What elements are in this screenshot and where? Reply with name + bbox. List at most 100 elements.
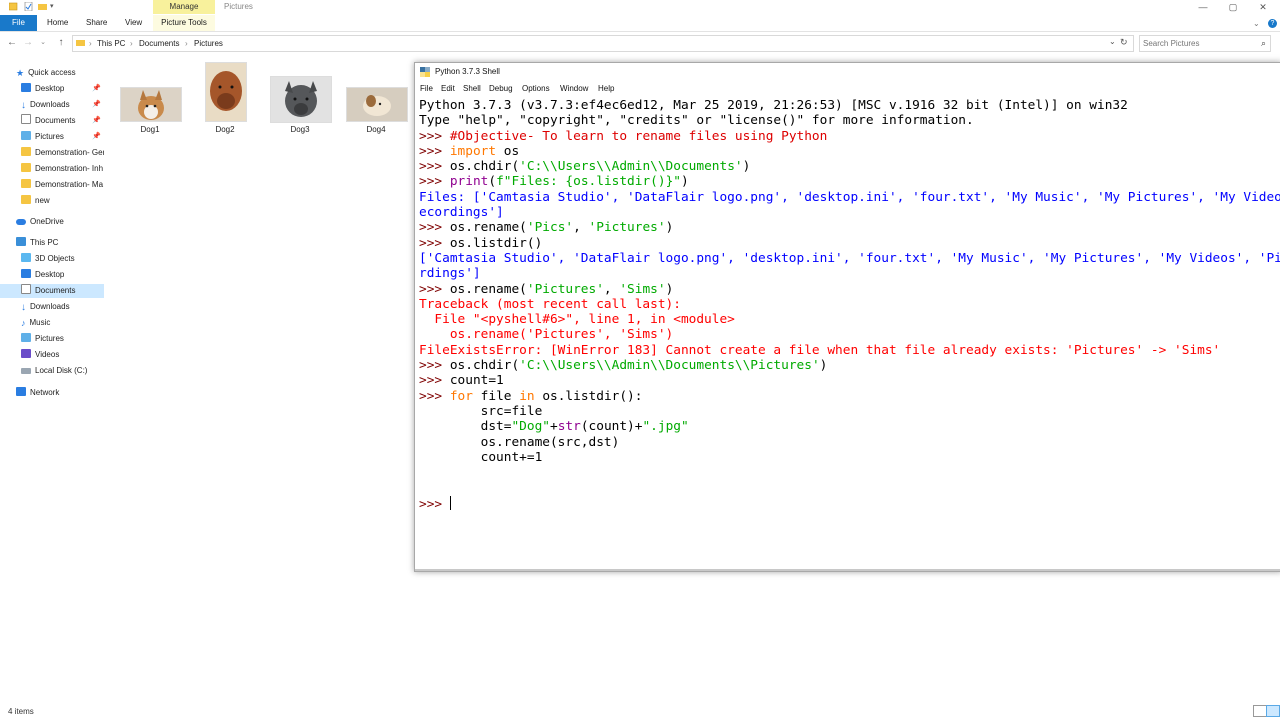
sidebar-item-documents-pc[interactable]: Documents	[0, 284, 104, 298]
breadcrumb-documents[interactable]: Documents	[139, 39, 179, 48]
sidebar-item-pictures-pc[interactable]: Pictures	[21, 332, 104, 346]
home-tab[interactable]: Home	[47, 15, 68, 31]
sidebar-item-downloads-pc[interactable]: ↓ Downloads	[21, 300, 104, 314]
console-token: os.chdir(	[449, 358, 520, 374]
pin-icon: 📌	[92, 117, 101, 124]
picture-tools-tab[interactable]: Picture Tools	[153, 15, 215, 31]
sidebar-item-quick-access[interactable]: ★ Quick access	[16, 66, 120, 80]
back-arrow-icon[interactable]: ←	[5, 36, 19, 50]
pin-icon: 📌	[92, 101, 101, 108]
menu-window[interactable]: Window	[560, 84, 588, 93]
menu-shell[interactable]: Shell	[463, 84, 481, 93]
documents-icon	[21, 284, 31, 294]
maximize-button[interactable]: ▢	[1218, 0, 1248, 14]
share-tab[interactable]: Share	[86, 15, 107, 31]
sidebar-item-desktop[interactable]: Desktop 📌	[21, 82, 104, 96]
sidebar-item-local-disk[interactable]: Local Disk (C:)	[21, 364, 104, 378]
console-token: >>>	[419, 143, 450, 159]
desktop-icon	[21, 269, 31, 278]
cube-icon	[21, 253, 31, 262]
breadcrumb-this-pc[interactable]: This PC	[97, 39, 125, 48]
console-line: >>> os.rename('Pictures', 'Sims')	[419, 282, 1280, 297]
shell-console-output[interactable]: Python 3.7.3 (v3.7.3:ef4ec6ed12, Mar 25 …	[419, 98, 1280, 512]
sidebar-item-network[interactable]: Network	[16, 386, 120, 400]
console-line: Files: ['Camtasia Studio', 'DataFlair lo…	[419, 190, 1280, 205]
address-dropdown-icon[interactable]: ⌄	[1109, 37, 1116, 46]
sidebar-item-videos[interactable]: Videos	[21, 348, 104, 362]
ribbon-expand-icon[interactable]: ⌄	[1253, 16, 1260, 32]
sidebar-item-music[interactable]: ♪ Music	[21, 316, 104, 330]
sidebar-item-3d-objects[interactable]: 3D Objects	[21, 252, 104, 266]
python-shell-window[interactable]: Python 3.7.3 Shell File Edit Shell Debug…	[414, 62, 1280, 572]
quick-access-toolbar-icon[interactable]	[8, 2, 18, 11]
properties-icon[interactable]	[24, 1, 33, 12]
search-input[interactable]	[1140, 37, 1253, 50]
console-token: )	[742, 159, 751, 175]
console-token: os.rename(	[449, 220, 527, 236]
details-view-icon[interactable]	[1253, 705, 1267, 717]
console-token: count=1	[449, 373, 504, 389]
search-icon[interactable]: ⌕	[1261, 38, 1266, 49]
up-arrow-icon[interactable]: ↑	[54, 36, 68, 50]
manage-tab[interactable]: Manage	[153, 0, 215, 14]
customize-toolbar-icon[interactable]: ▾	[50, 3, 59, 12]
menu-options[interactable]: Options	[522, 84, 550, 93]
download-icon: ↓	[21, 302, 26, 313]
console-token: #Objective- To learn to rename files usi…	[449, 128, 828, 144]
menu-edit[interactable]: Edit	[441, 84, 455, 93]
console-line: >>> import os	[419, 144, 1280, 159]
menu-debug[interactable]: Debug	[489, 84, 513, 93]
console-token: os.rename(	[449, 281, 527, 297]
console-token: >>>	[419, 159, 450, 175]
sidebar-item-demonstration-inh[interactable]: Demonstration- Inh	[21, 162, 104, 176]
sidebar-item-pictures[interactable]: Pictures 📌	[21, 130, 104, 144]
refresh-icon[interactable]: ↻	[1120, 37, 1128, 48]
console-line: dst="Dog"+str(count)+".jpg"	[419, 419, 1280, 434]
sidebar-item-this-pc[interactable]: This PC	[16, 236, 120, 250]
new-folder-icon[interactable]	[38, 2, 47, 11]
recent-locations-icon[interactable]: ⌄	[36, 36, 50, 50]
console-token: Python 3.7.3 (v3.7.3:ef4ec6ed12, Mar 25 …	[419, 98, 1128, 113]
sidebar-item-demonstration-ma[interactable]: Demonstration- Ma	[21, 178, 104, 192]
breadcrumb-pictures[interactable]: Pictures	[194, 39, 223, 48]
search-box[interactable]: ⌕	[1139, 35, 1271, 52]
address-bar[interactable]: › This PC › Documents › Pictures ⌄ ↻	[72, 35, 1134, 52]
console-token: "Dog"	[511, 419, 550, 435]
large-icons-view-icon[interactable]	[1266, 705, 1280, 717]
pin-icon: 📌	[92, 133, 101, 140]
python-icon	[420, 67, 430, 77]
sidebar-item-desktop-pc[interactable]: Desktop	[21, 268, 104, 282]
pictures-icon	[21, 131, 31, 140]
file-name: Dog1	[140, 125, 160, 134]
sidebar-item-downloads[interactable]: ↓ Downloads 📌	[21, 98, 104, 112]
console-line: os.rename('Pictures', 'Sims')	[419, 327, 1280, 342]
sidebar-item-new[interactable]: new	[21, 194, 104, 208]
console-token: )	[665, 220, 674, 236]
console-token: ecordings']	[419, 205, 504, 221]
thumbnail-image	[346, 87, 408, 122]
forward-arrow-icon[interactable]: →	[21, 36, 35, 50]
close-button[interactable]: ✕	[1248, 0, 1278, 14]
console-token: >>>	[419, 373, 450, 389]
console-line: >>> for file in os.listdir():	[419, 389, 1280, 404]
shell-bottom-border	[415, 569, 1280, 571]
console-token: >>>	[419, 496, 450, 512]
console-token: >>>	[419, 174, 450, 190]
console-token: file	[472, 388, 520, 404]
status-item-count: 4 items	[8, 707, 34, 716]
view-tab[interactable]: View	[125, 15, 142, 31]
menu-help[interactable]: Help	[598, 84, 614, 93]
console-token: for	[449, 388, 473, 404]
console-line: ['Camtasia Studio', 'DataFlair logo.png'…	[419, 251, 1280, 266]
sidebar-item-documents[interactable]: Documents 📌	[21, 114, 104, 128]
console-line: >>> os.listdir()	[419, 236, 1280, 251]
minimize-button[interactable]: —	[1188, 0, 1218, 14]
console-token: 'Sims'	[619, 281, 666, 297]
console-token: File "<pyshell#6>", line 1, in <module>	[419, 312, 735, 328]
sidebar-item-demonstration-ger[interactable]: Demonstration- Ger	[21, 146, 104, 160]
sidebar-item-onedrive[interactable]: OneDrive	[16, 215, 120, 229]
help-icon[interactable]: ?	[1268, 19, 1277, 28]
file-tab[interactable]: File	[0, 15, 37, 31]
console-token: f"Files: {os.listdir()}"	[496, 174, 681, 190]
menu-file[interactable]: File	[420, 84, 433, 93]
